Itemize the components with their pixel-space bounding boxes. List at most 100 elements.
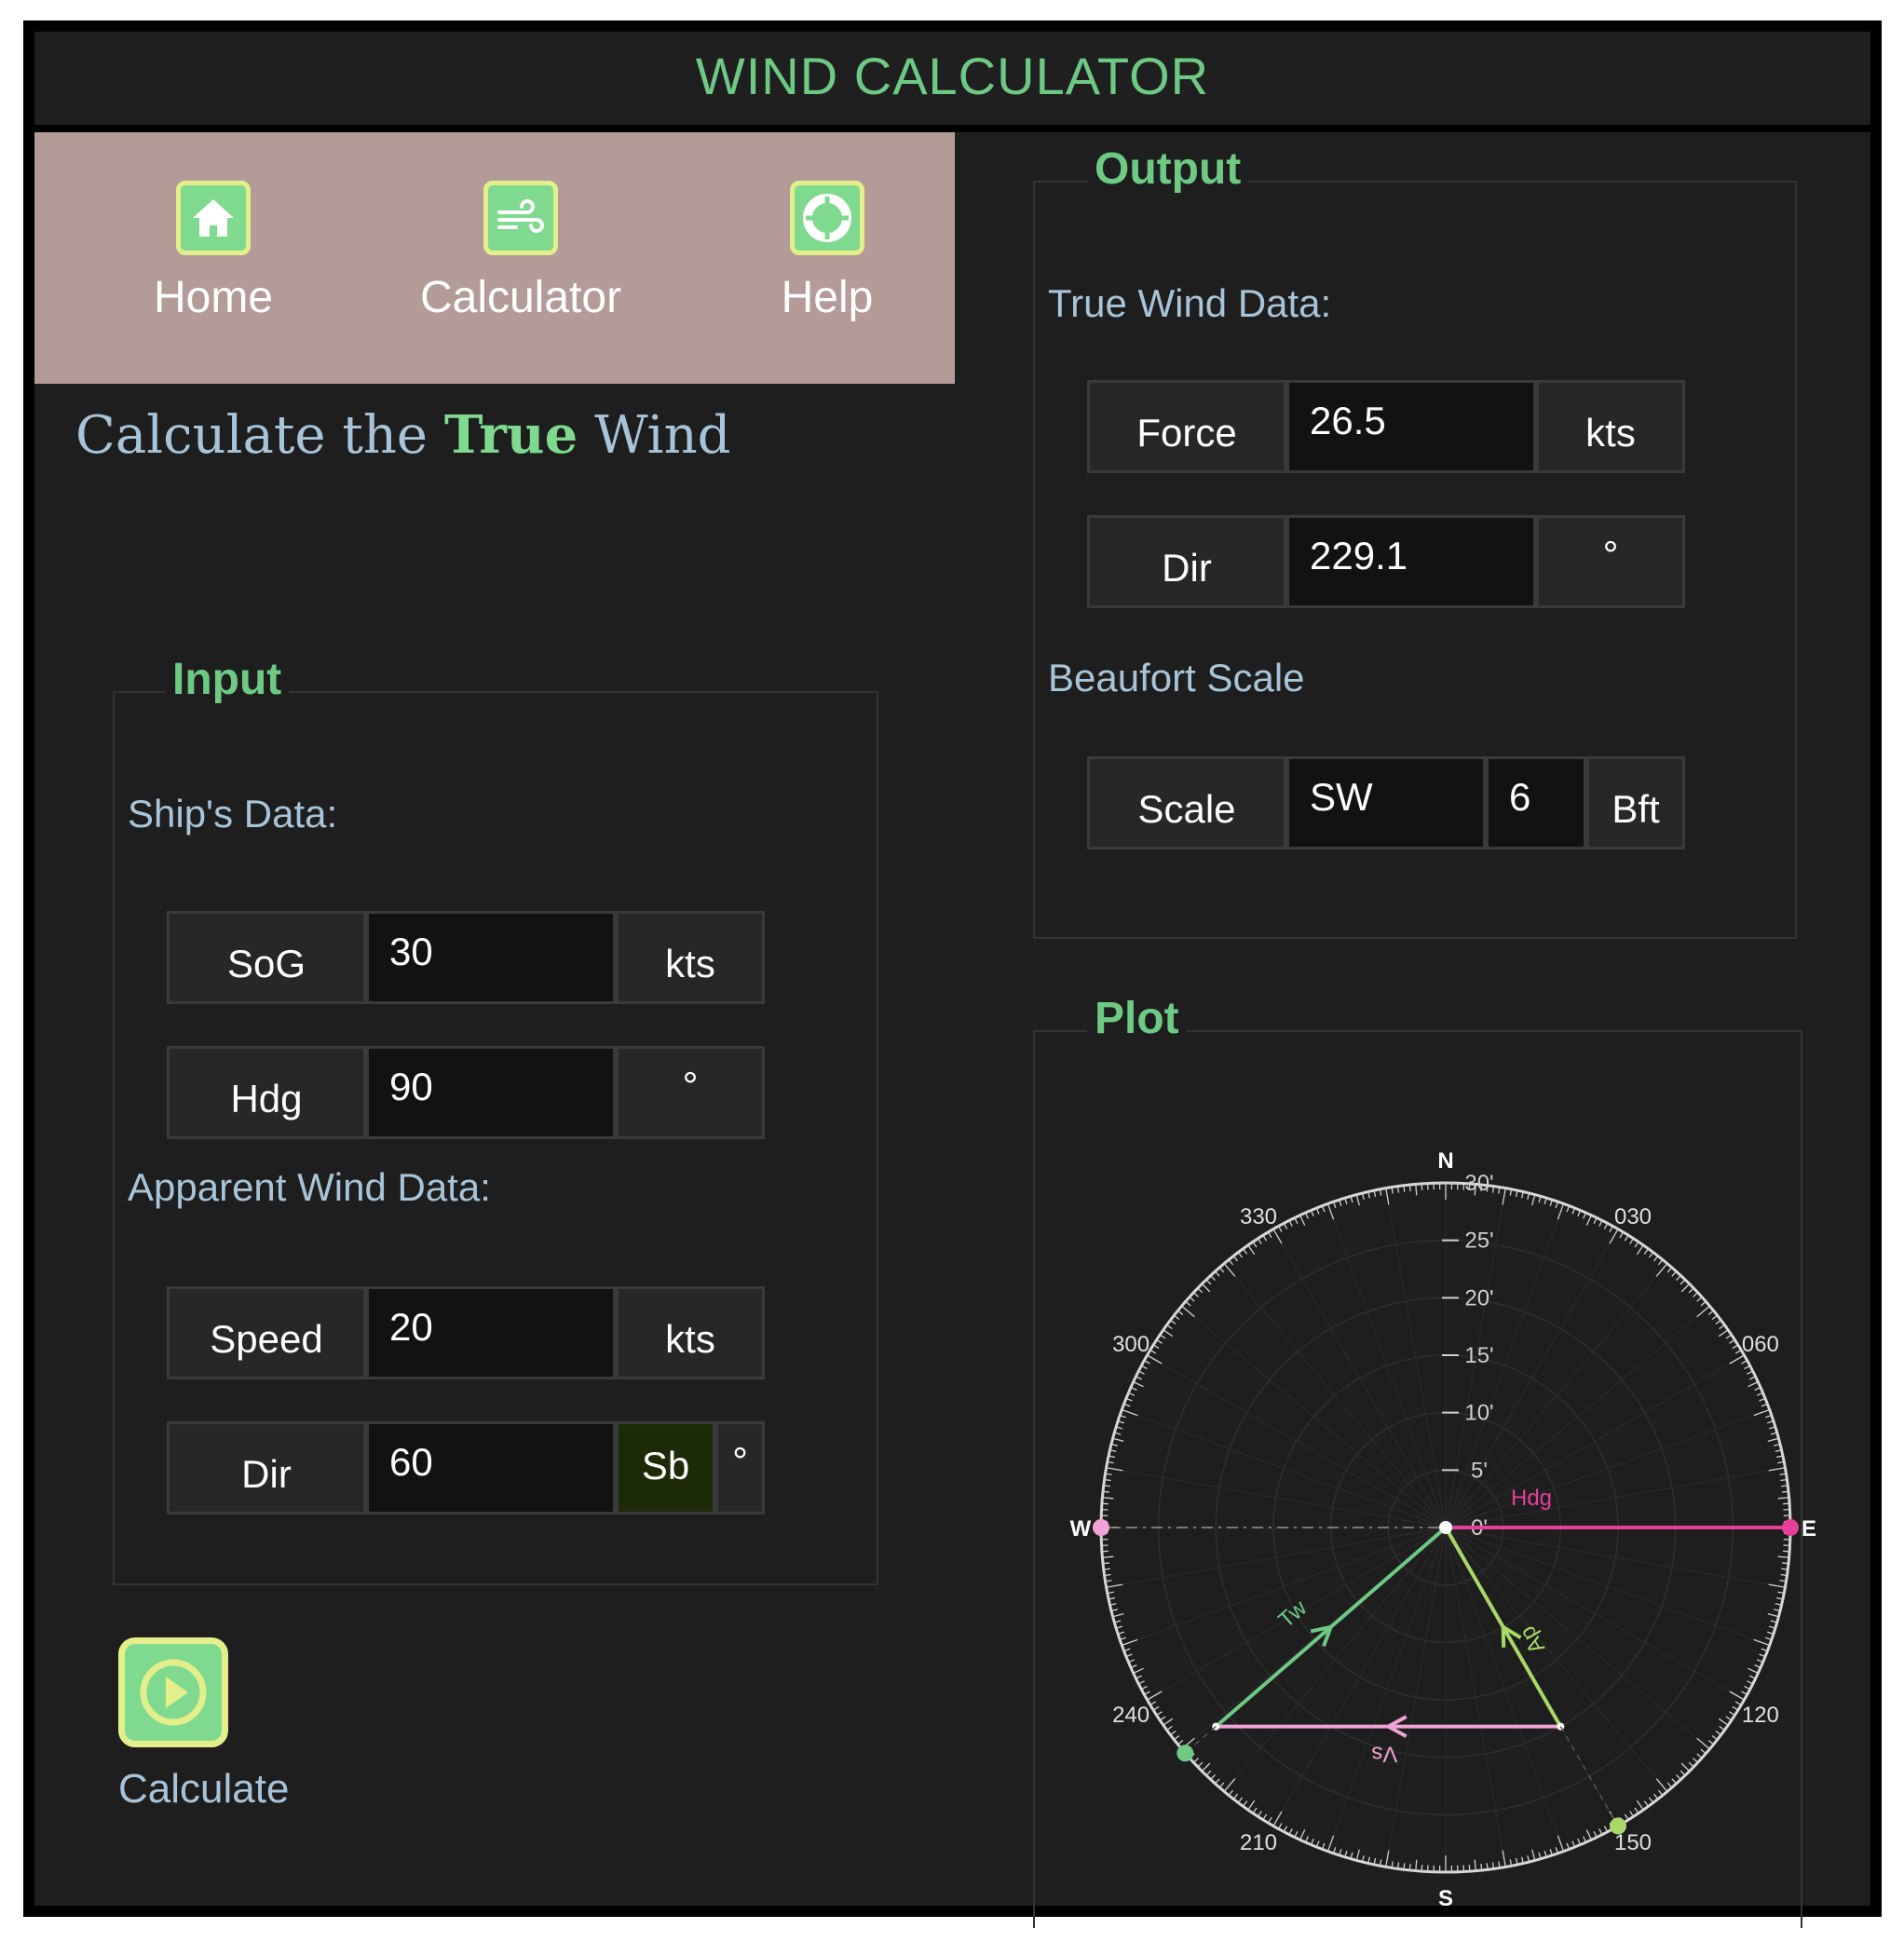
play-icon xyxy=(140,1659,207,1726)
compass-tick xyxy=(1170,1319,1176,1325)
compass-tick xyxy=(1174,1314,1180,1321)
compass-tick xyxy=(1218,1267,1225,1273)
compass-tick xyxy=(1385,1850,1390,1867)
nav-item-calculator[interactable]: Calculator xyxy=(381,132,660,384)
compass-tick xyxy=(1609,1226,1613,1232)
true-wind-label: True Wind Data: xyxy=(1048,281,1332,325)
compass-tick xyxy=(1133,1667,1144,1674)
compass-tick xyxy=(1210,1774,1216,1781)
compass-tick xyxy=(1163,1718,1174,1726)
apparent-rim-marker xyxy=(1610,1817,1626,1835)
compass-tick xyxy=(1232,1793,1239,1799)
compass-tick xyxy=(1729,1711,1735,1717)
compass-tick xyxy=(1655,1263,1668,1277)
speed-unit: kts xyxy=(616,1286,765,1379)
page-title: Calculate the True Wind xyxy=(75,404,730,466)
compass-tick xyxy=(1598,1828,1603,1835)
bearing-label: 300 xyxy=(1112,1332,1149,1357)
compass-tick xyxy=(1223,1778,1236,1792)
true-wind-rim-marker xyxy=(1176,1745,1194,1762)
compass-tick xyxy=(1671,1778,1678,1785)
cardinal-e: E xyxy=(1802,1516,1816,1541)
scale-direction: SW xyxy=(1286,756,1486,849)
scale-label: Scale xyxy=(1087,756,1286,849)
compass-tick xyxy=(1748,1667,1759,1674)
bearing-label: 030 xyxy=(1614,1204,1652,1229)
speed-input[interactable]: 20 xyxy=(366,1286,616,1379)
compass-tick xyxy=(1718,1329,1729,1338)
compass-tick xyxy=(1272,1229,1283,1244)
compass-tick xyxy=(1643,1800,1650,1807)
compass-tick xyxy=(1768,1583,1786,1588)
nav-item-home[interactable]: Home xyxy=(74,132,353,384)
compass-tick xyxy=(1267,1231,1272,1239)
home-icon xyxy=(176,181,251,255)
compass-tick xyxy=(1205,1279,1212,1285)
compass-tick xyxy=(1177,1310,1184,1316)
hdg-input[interactable]: 90 xyxy=(366,1046,616,1139)
compass-tick xyxy=(1748,1376,1756,1380)
radial-label: 15' xyxy=(1464,1343,1493,1368)
compass-tick xyxy=(1181,1305,1195,1318)
compass-tick xyxy=(1603,1826,1609,1832)
bearing-label: 060 xyxy=(1742,1332,1779,1357)
compass-tick xyxy=(1593,1217,1598,1225)
compass-tick xyxy=(1700,1300,1707,1307)
compass-tick xyxy=(1228,1259,1234,1266)
hdg-label: Hdg xyxy=(167,1046,366,1139)
calculate-button[interactable] xyxy=(118,1637,228,1747)
origin-dot xyxy=(1439,1521,1452,1534)
sog-input[interactable]: 30 xyxy=(366,911,616,1004)
compass-tick xyxy=(1636,1244,1644,1256)
compass-tick xyxy=(1288,1220,1293,1227)
ships-data-label: Ship's Data: xyxy=(128,792,338,835)
scale-row: Scale SW 6 Bft xyxy=(1087,756,1685,849)
compass-tick xyxy=(1141,1685,1148,1691)
compass-tick xyxy=(1177,1739,1184,1745)
compass-tick xyxy=(1257,1238,1262,1244)
compass-tick xyxy=(1748,1675,1756,1679)
compass-tick xyxy=(1744,1365,1750,1370)
compass-tick xyxy=(1680,1762,1691,1772)
compass-tick xyxy=(1718,1718,1729,1726)
compass-tick xyxy=(1671,1270,1678,1277)
compass-tick xyxy=(1283,1223,1288,1229)
compass-tick xyxy=(1152,1344,1160,1350)
heading-label: Hdg xyxy=(1511,1486,1552,1511)
compass-tick xyxy=(1707,1739,1714,1745)
compass-tick xyxy=(1149,1349,1157,1354)
compass-tick xyxy=(1133,1381,1144,1388)
compass-tick xyxy=(1557,1835,1565,1852)
compass-tick xyxy=(1144,1360,1150,1365)
radial-label: 30' xyxy=(1464,1171,1493,1196)
title-text: Calculate the xyxy=(75,405,444,466)
compass-tick xyxy=(1502,1850,1506,1867)
compass-tick xyxy=(1112,1613,1124,1618)
force-label: Force xyxy=(1087,380,1286,473)
compass-tick xyxy=(1729,1338,1735,1344)
radial-label: 20' xyxy=(1464,1285,1493,1311)
compass-tick xyxy=(1355,1194,1360,1206)
compass-tick xyxy=(1593,1830,1598,1838)
compass-tick xyxy=(1102,1497,1114,1500)
dir-input[interactable]: 60 xyxy=(366,1421,616,1514)
apparent-end xyxy=(1557,1722,1565,1731)
compass-tick xyxy=(1299,1215,1306,1226)
grid-radial xyxy=(1445,1203,1565,1528)
nav-label-help: Help xyxy=(781,273,874,322)
compass-tick xyxy=(1657,1259,1664,1266)
compass-tick xyxy=(1747,1680,1753,1685)
compass-tick xyxy=(1201,1283,1211,1293)
compass-tick xyxy=(1197,1287,1204,1294)
compass-tick xyxy=(1257,1811,1262,1817)
compass-tick xyxy=(1696,1737,1710,1750)
nav-item-help[interactable]: Help xyxy=(687,132,967,384)
compass-tick xyxy=(1719,1324,1725,1330)
side-toggle[interactable]: Sb xyxy=(616,1421,715,1514)
speed-label: Speed xyxy=(167,1286,366,1379)
sog-label: SoG xyxy=(167,911,366,1004)
compass-tick xyxy=(1223,1263,1236,1277)
title-text-end: Wind xyxy=(578,405,731,466)
compass-tick xyxy=(1629,1811,1635,1817)
compass-tick xyxy=(1355,1849,1360,1861)
